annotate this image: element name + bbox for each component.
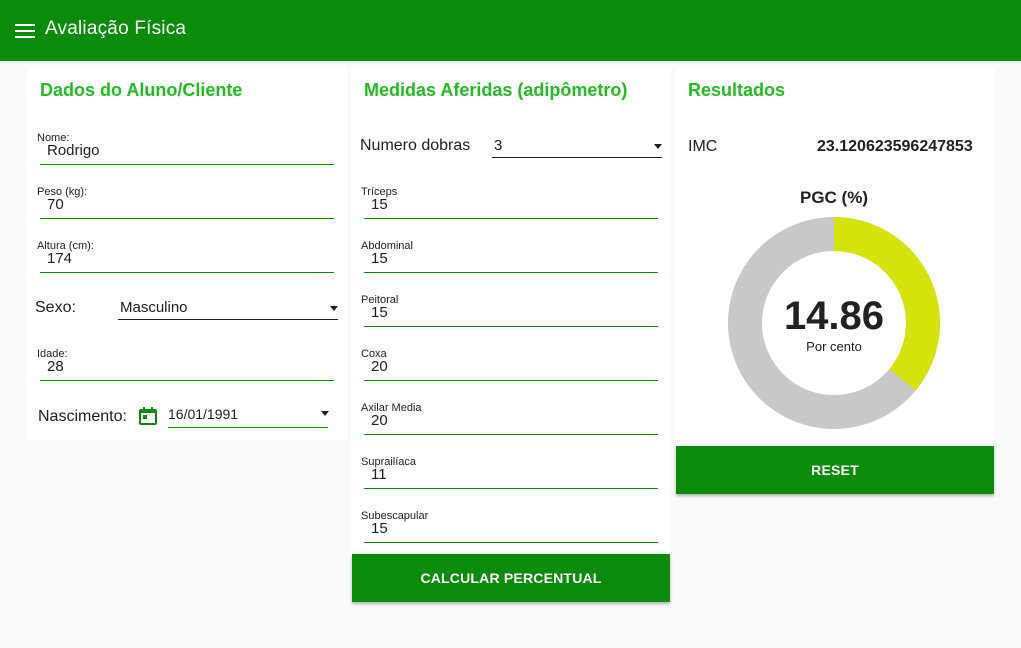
app-bar: Avaliação Física [0,0,1021,61]
suprailiaca-input[interactable]: 11 [371,466,387,483]
imc-label: IMC [688,138,718,155]
nascimento-underline [168,427,328,428]
axilar-media-underline [364,434,658,435]
triceps-input[interactable]: 15 [371,196,388,213]
coxa-input[interactable]: 20 [371,358,388,375]
nascimento-dropdown-icon[interactable] [321,411,329,416]
altura-input[interactable]: 174 [47,250,72,267]
suprailiaca-label: Suprailíaca [361,456,417,468]
menu-icon[interactable] [15,24,35,38]
measures-card-title: Medidas Aferidas (adipômetro) [364,80,628,100]
altura-underline [40,272,334,273]
idade-underline [40,380,334,381]
sexo-dropdown-icon[interactable] [330,306,338,311]
peitoral-input[interactable]: 15 [371,304,388,321]
idade-input[interactable]: 28 [47,358,64,375]
peitoral-underline [364,326,658,327]
calendar-icon[interactable] [138,406,158,426]
peso-underline [40,218,334,219]
imc-value: 23.120623596247853 [817,138,973,155]
student-card [27,67,347,440]
suprailiaca-underline [364,488,658,489]
calcular-percentual-button[interactable]: CALCULAR PERCENTUAL [352,554,670,602]
reset-button[interactable]: RESET [676,446,994,494]
sexo-underline [118,319,338,320]
nascimento-label: Nascimento: [38,408,127,425]
pgc-unit: Por cento [806,339,862,354]
peso-input[interactable]: 70 [47,196,64,213]
dobras-select[interactable]: 3 [494,137,502,154]
subescapular-input[interactable]: 15 [371,520,388,537]
triceps-underline [364,218,658,219]
nome-input[interactable]: Rodrigo [47,142,100,159]
subescapular-underline [364,542,658,543]
dobras-dropdown-icon[interactable] [654,144,662,149]
nome-underline [40,164,334,165]
calcular-percentual-label: CALCULAR PERCENTUAL [420,570,602,586]
abdominal-input[interactable]: 15 [371,250,388,267]
dobras-underline [492,157,662,158]
sexo-select[interactable]: Masculino [120,299,188,316]
reset-label: RESET [811,462,859,478]
sexo-label: Sexo: [35,299,76,316]
dobras-label: Numero dobras [360,137,471,154]
axilar-media-input[interactable]: 20 [371,412,388,429]
student-card-title: Dados do Aluno/Cliente [40,80,243,100]
app-title: Avaliação Física [45,18,187,39]
results-card-title: Resultados [688,80,786,100]
coxa-underline [364,380,658,381]
abdominal-underline [364,272,658,273]
nascimento-date[interactable]: 16/01/1991 [168,406,238,422]
pgc-title: PGC (%) [800,188,868,207]
pgc-value: 14.86 [783,294,885,338]
